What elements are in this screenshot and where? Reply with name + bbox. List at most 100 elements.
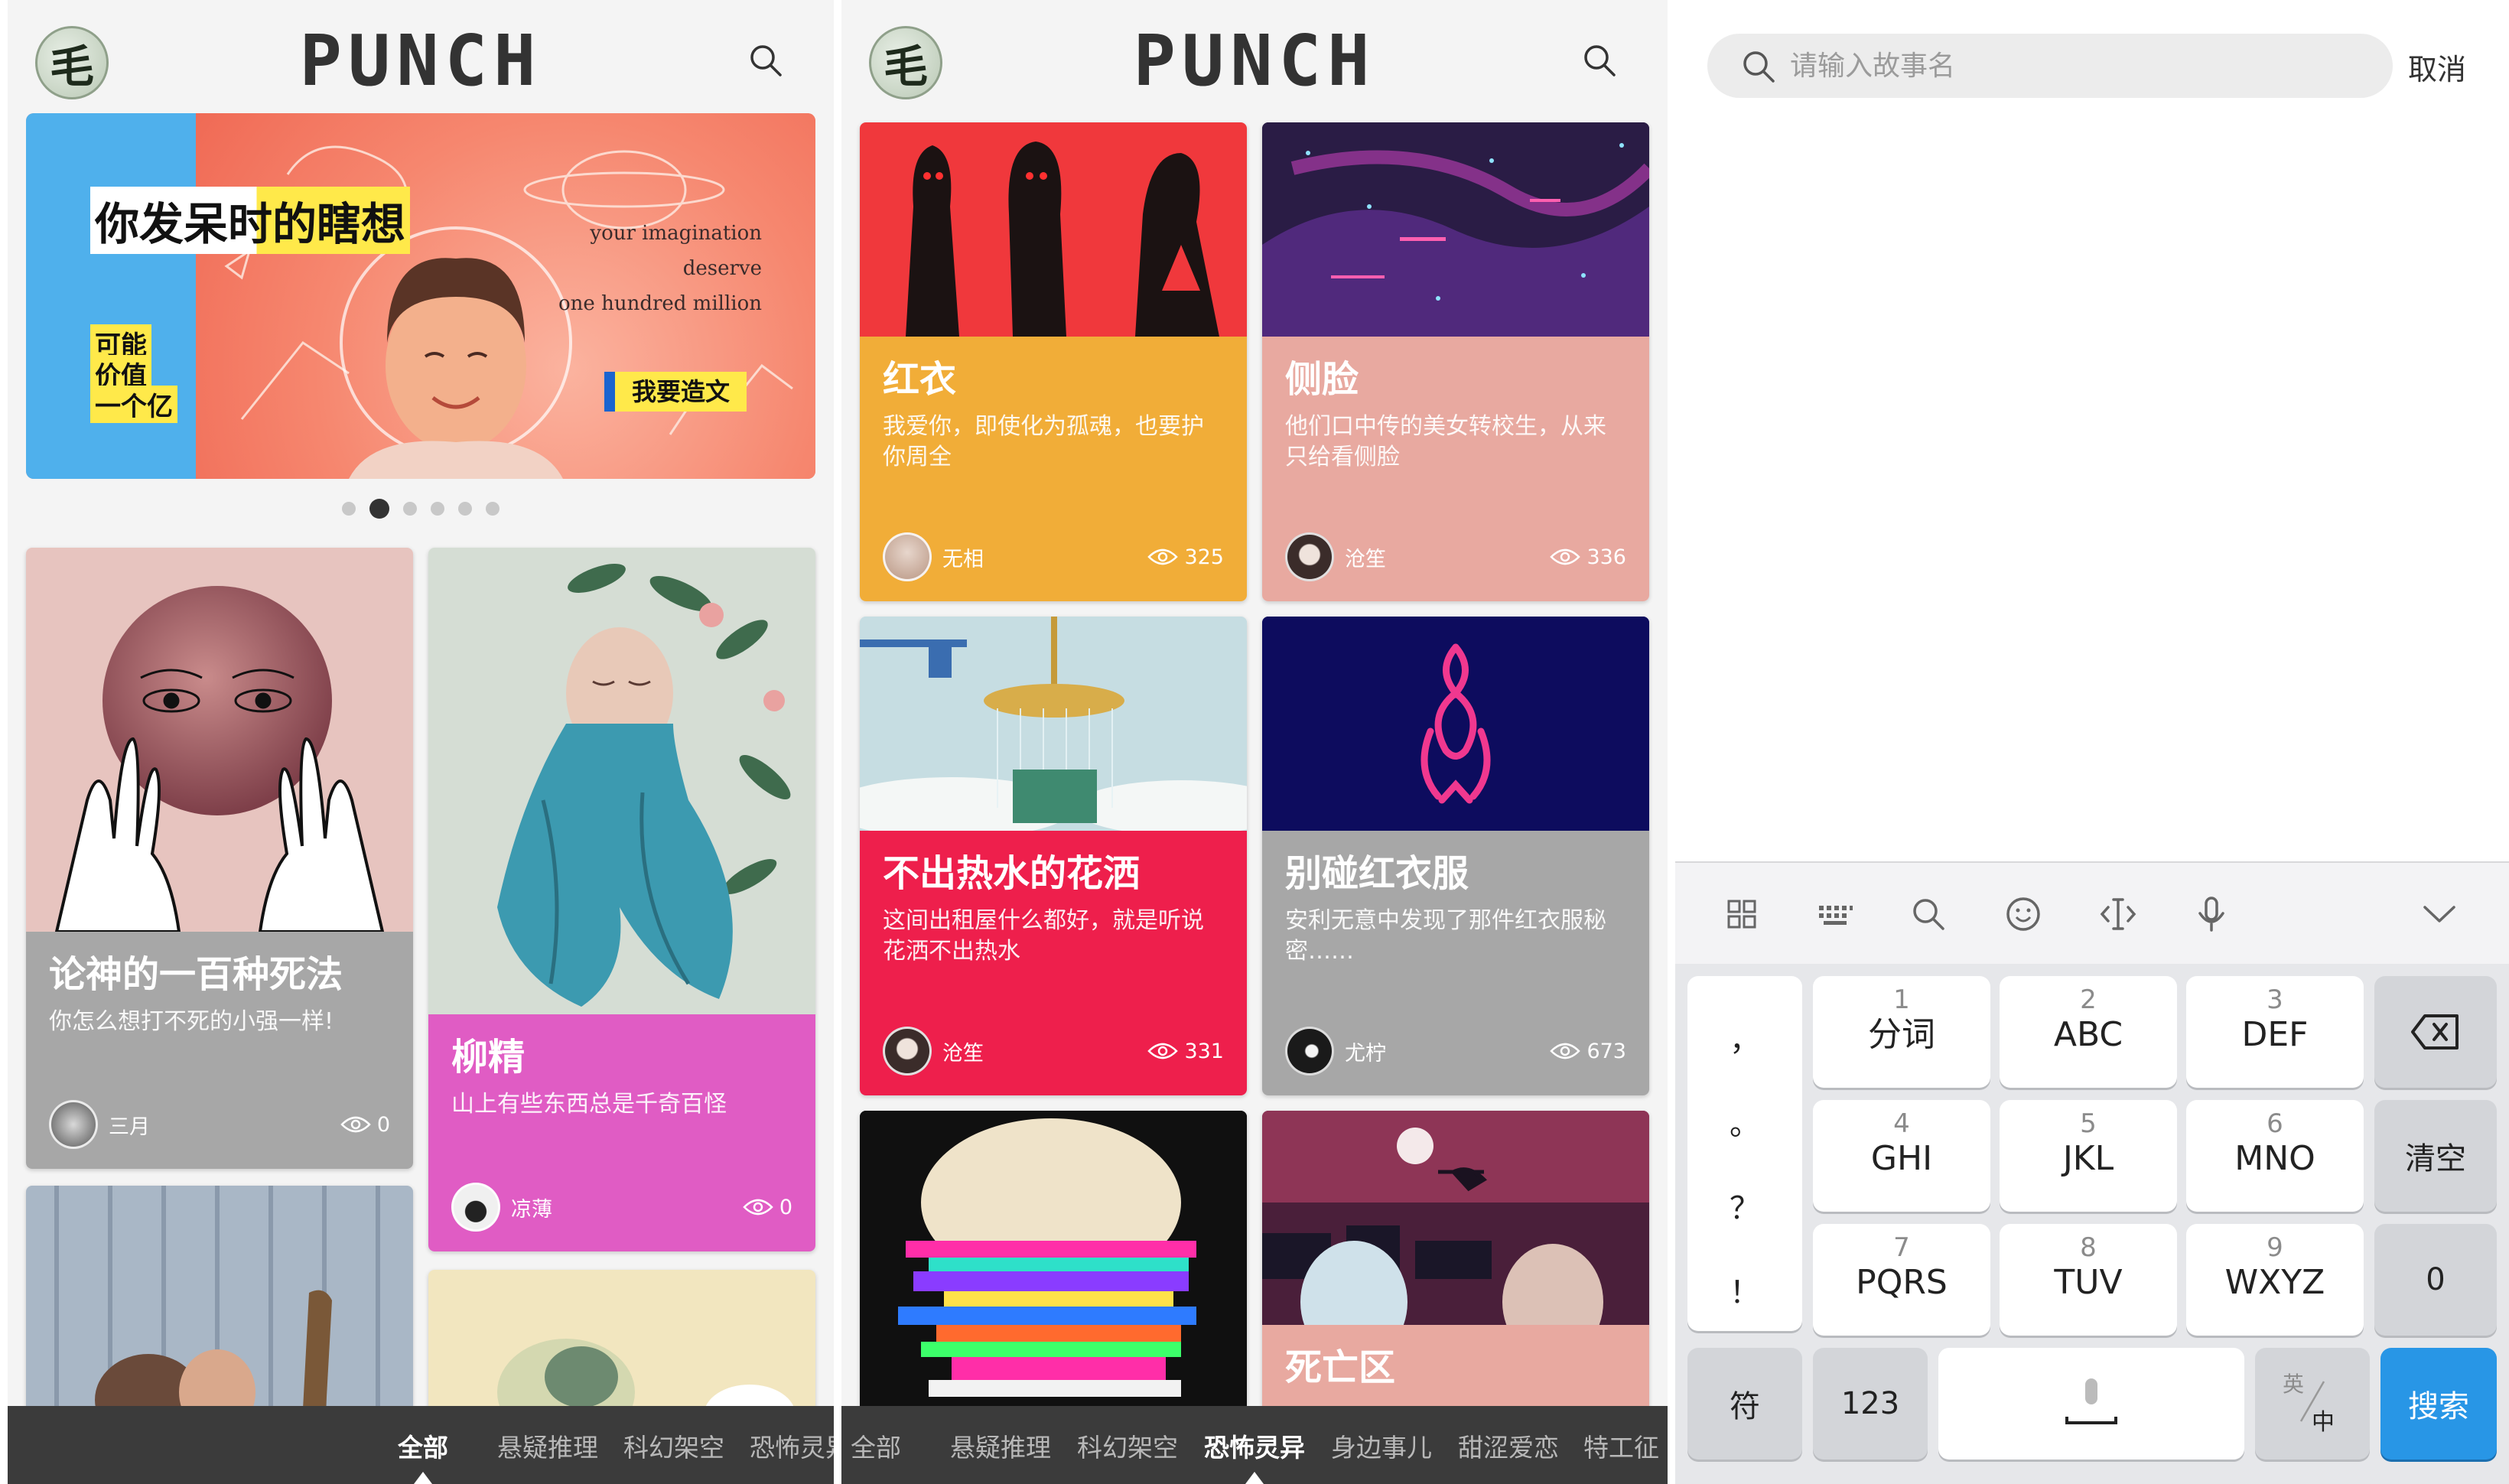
category-tab-mystery[interactable]: 悬疑推理 <box>497 1427 598 1464</box>
keyboard-icon[interactable] <box>1814 893 1856 935</box>
pager-dot[interactable] <box>431 502 444 516</box>
category-tab-all[interactable]: 全部 <box>851 1427 901 1464</box>
story-card[interactable]: 红衣 我爱你，即使化为孤魂，也要护你周全 无相 325 <box>860 122 1247 601</box>
key-3[interactable]: 3 DEF <box>2186 976 2364 1088</box>
key-letters: TUV <box>2054 1263 2123 1302</box>
key-question[interactable]: ？ <box>1687 1183 1802 1228</box>
key-1[interactable]: 1 分词 <box>1813 976 1990 1088</box>
author-name[interactable]: 沧笙 <box>1345 542 1550 572</box>
category-tab-scifi[interactable]: 科幻架空 <box>1077 1427 1178 1464</box>
key-6[interactable]: 6 MNO <box>2186 1100 2364 1212</box>
glitch-portrait-image <box>860 1111 1247 1432</box>
home-screen-all: 毛 PUNCH 你发呆时的瞎想 可能 价值 一个亿 your imaginati… <box>8 0 834 1484</box>
space-key[interactable] <box>1938 1348 2244 1460</box>
search-icon[interactable] <box>1908 893 1949 935</box>
banner-pager[interactable] <box>8 499 834 519</box>
author-name[interactable]: 尤柠 <box>1345 1037 1550 1066</box>
key-exclaim[interactable]: ！ <box>1687 1268 1802 1312</box>
clear-key[interactable]: 清空 <box>2374 1100 2497 1212</box>
category-tab-horror[interactable]: 恐怖灵异 <box>1204 1427 1305 1484</box>
author-name[interactable]: 三月 <box>109 1110 340 1140</box>
key-5[interactable]: 5 JKL <box>2000 1100 2177 1212</box>
view-count: 0 <box>376 1112 390 1137</box>
emoji-icon[interactable] <box>2003 893 2044 935</box>
story-card-body: 侧脸 他们口中传的美女转校生，从来只给看侧脸 沧笙 336 <box>1262 337 1649 601</box>
banner-english-line-1: your imagination <box>590 222 762 245</box>
search-icon[interactable] <box>748 43 783 78</box>
category-tab-daily[interactable]: 身边事儿 <box>1331 1427 1432 1464</box>
cancel-button[interactable]: 取消 <box>2408 46 2466 88</box>
author-avatar[interactable] <box>1285 532 1334 581</box>
story-cover-image <box>860 617 1247 831</box>
search-box[interactable] <box>1707 34 2393 98</box>
key-letters: JKL <box>2062 1139 2114 1178</box>
story-card[interactable]: 别碰红衣服 安利无意中发现了那件红衣服秘密…… 尤柠 673 <box>1262 617 1649 1095</box>
brand-title: PUNCH <box>1133 20 1376 102</box>
story-card-partial[interactable]: 死亡区 <box>1262 1111 1649 1432</box>
category-tab-mystery[interactable]: 悬疑推理 <box>950 1427 1051 1464</box>
key-8[interactable]: 8 TUV <box>2000 1224 2177 1336</box>
story-cover-image <box>1262 122 1649 337</box>
author-avatar[interactable] <box>1285 1027 1334 1076</box>
active-indicator <box>1245 1472 1264 1484</box>
pager-dot[interactable] <box>369 499 389 519</box>
author-avatar[interactable] <box>49 1100 98 1149</box>
key-7[interactable]: 7 PQRS <box>1813 1224 1990 1336</box>
backspace-key[interactable] <box>2374 976 2497 1088</box>
story-card-partial[interactable] <box>26 1186 413 1430</box>
pager-dot[interactable] <box>486 502 500 516</box>
story-card-body: 不出热水的花洒 这间出租屋什么都好，就是听说花洒不出热水 沧笙 331 <box>860 831 1247 1095</box>
eye-icon <box>1147 548 1179 565</box>
key-9[interactable]: 9 WXYZ <box>2186 1224 2364 1336</box>
collapse-icon[interactable] <box>2419 893 2460 935</box>
story-description: 他们口中传的美女转校生，从来只给看侧脸 <box>1285 413 1606 470</box>
story-card[interactable]: 柳精 山上有些东西总是千奇百怪 凉薄 0 <box>428 548 815 1251</box>
search-key[interactable]: 搜索 <box>2380 1348 2497 1460</box>
pager-dot[interactable] <box>458 502 472 516</box>
category-tab-all[interactable]: 全部 <box>398 1427 448 1484</box>
backspace-icon <box>2411 1014 2459 1050</box>
key-period[interactable]: 。 <box>1687 1099 1802 1144</box>
author-name[interactable]: 凉薄 <box>511 1193 743 1222</box>
story-card-body: 论神的一百种死法 你怎么想打不死的小强一样! 三月 0 <box>26 932 413 1169</box>
story-cover-image <box>428 548 815 1014</box>
mic-icon[interactable] <box>2191 893 2232 935</box>
story-card[interactable]: 论神的一百种死法 你怎么想打不死的小强一样! 三月 0 <box>26 548 413 1169</box>
category-tab-scifi[interactable]: 科幻架空 <box>623 1427 724 1464</box>
banner-blue-strip <box>26 113 196 479</box>
view-count: 336 <box>1586 545 1626 569</box>
create-story-button[interactable]: 我要造文 <box>604 372 747 412</box>
numbers-key[interactable]: 123 <box>1813 1348 1928 1460</box>
key-2[interactable]: 2 ABC <box>2000 976 2177 1088</box>
author-avatar[interactable] <box>883 532 932 581</box>
author-avatar[interactable] <box>883 1027 932 1076</box>
promo-banner[interactable]: 你发呆时的瞎想 可能 价值 一个亿 your imagination deser… <box>26 113 815 479</box>
story-title: 论神的一百种死法 <box>49 953 343 996</box>
slash-divider <box>2299 1381 2325 1422</box>
author-name[interactable]: 沧笙 <box>942 1037 1147 1066</box>
pager-dot[interactable] <box>403 502 417 516</box>
eye-icon <box>743 1199 773 1216</box>
story-card-partial[interactable] <box>860 1111 1247 1432</box>
search-input[interactable] <box>1790 43 2371 89</box>
author-avatar[interactable] <box>451 1183 500 1232</box>
search-screen: 取消 ， 。 ？ ！ 1分词 2ABC 3DEF 4GHI 5JKL 6MNO … <box>1675 0 2509 1484</box>
story-card-body: 柳精 山上有些东西总是千奇百怪 凉薄 0 <box>428 1014 815 1251</box>
key-4[interactable]: 4 GHI <box>1813 1100 1990 1212</box>
category-tab-romance[interactable]: 甜涩爱恋 <box>1458 1427 1559 1464</box>
grid-icon[interactable] <box>1721 893 1762 935</box>
story-card[interactable]: 侧脸 他们口中传的美女转校生，从来只给看侧脸 沧笙 336 <box>1262 122 1649 601</box>
zero-key[interactable]: 0 <box>2374 1224 2497 1336</box>
symbols-key[interactable]: 符 <box>1687 1348 1802 1460</box>
cursor-icon[interactable] <box>2097 893 2139 935</box>
story-card-body: 红衣 我爱你，即使化为孤魂，也要护你周全 无相 325 <box>860 337 1247 601</box>
author-name[interactable]: 无相 <box>942 542 1147 572</box>
symbols-key-label: 符 <box>1730 1389 1760 1424</box>
language-switch-key[interactable]: 英 中 <box>2255 1348 2370 1460</box>
key-comma[interactable]: ， <box>1687 1015 1802 1059</box>
category-tab-agent[interactable]: 特工征 <box>1583 1427 1659 1464</box>
search-icon[interactable] <box>1582 43 1617 78</box>
category-tab-horror[interactable]: 恐怖灵异 <box>750 1427 834 1464</box>
pager-dot[interactable] <box>342 502 356 516</box>
story-card[interactable]: 不出热水的花洒 这间出租屋什么都好，就是听说花洒不出热水 沧笙 331 <box>860 617 1247 1095</box>
